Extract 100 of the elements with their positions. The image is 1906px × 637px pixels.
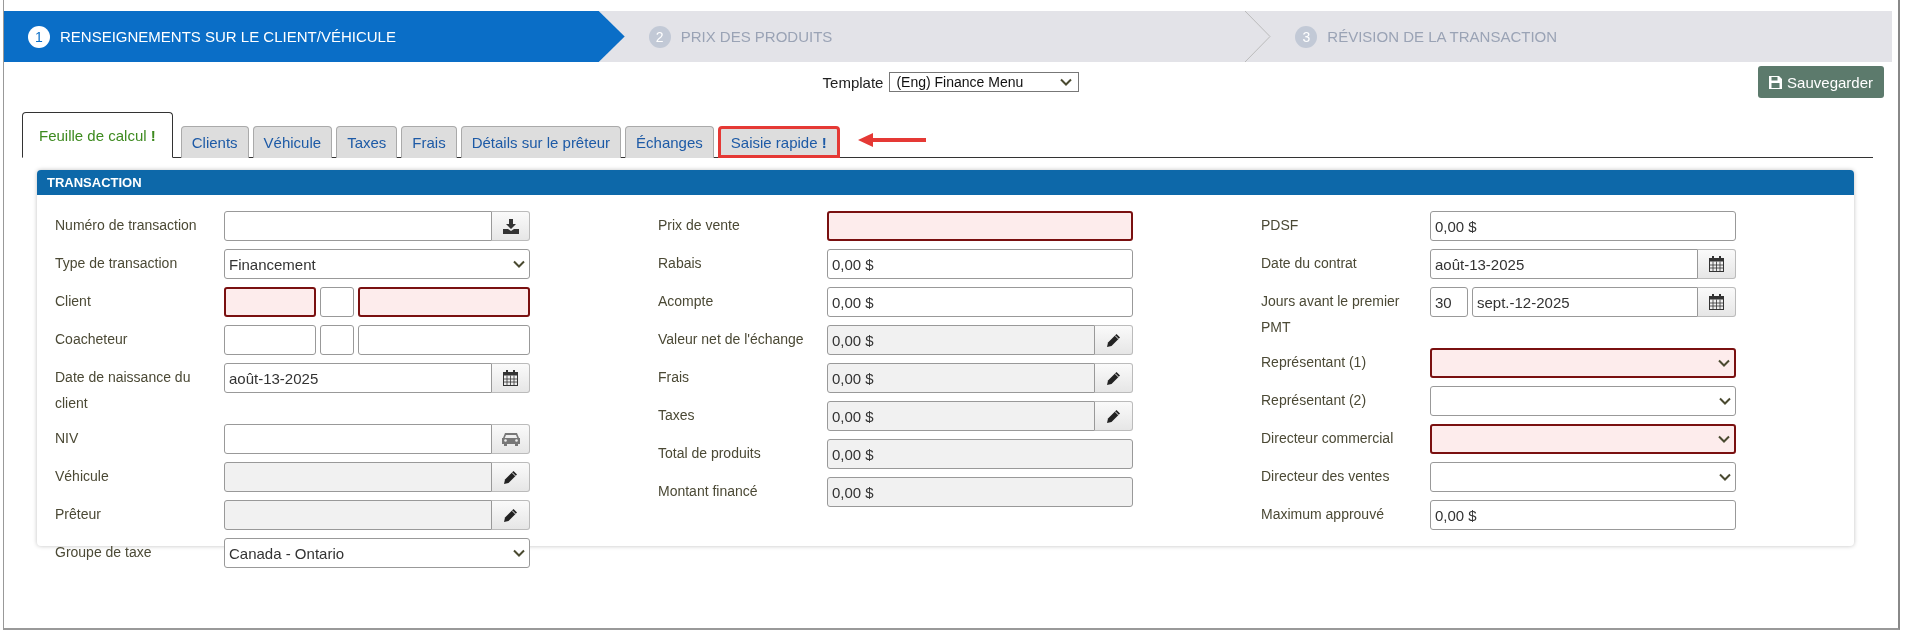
- input-field[interactable]: 0,00 $: [827, 363, 1095, 393]
- input-field[interactable]: 0,00 $: [827, 477, 1133, 507]
- field-label: Date du contrat: [1261, 254, 1358, 273]
- edit-button[interactable]: [1095, 401, 1133, 431]
- car-icon: [500, 432, 521, 446]
- field-label: Prix de vente: [658, 216, 741, 235]
- field-label: Prêteur: [55, 505, 102, 524]
- field-label: Représentant (2): [1261, 391, 1368, 410]
- input-field[interactable]: [224, 424, 492, 454]
- field-label: Maximum approuvé: [1261, 505, 1385, 524]
- vehicle-lookup-button[interactable]: [492, 424, 530, 454]
- calendar-button[interactable]: [492, 363, 530, 393]
- input-field[interactable]: [224, 287, 316, 317]
- wizard-step[interactable]: 1 RENSEIGNEMENTS SUR LE CLIENT/VÉHICULE: [4, 11, 625, 62]
- tab[interactable]: Feuille de calcul !: [22, 112, 173, 158]
- step-divider-icon: [1245, 11, 1272, 62]
- input-field[interactable]: [358, 287, 530, 317]
- calendar-icon: [1709, 294, 1724, 310]
- tab[interactable]: Échanges: [625, 126, 714, 158]
- pencil-icon: [1106, 408, 1121, 424]
- select-field[interactable]: [1430, 424, 1736, 454]
- template-select[interactable]: (Eng) Finance Menu: [889, 72, 1080, 92]
- chevron-down-icon: [1719, 397, 1731, 405]
- input-field[interactable]: [224, 211, 492, 241]
- chevron-down-icon: [1719, 473, 1731, 481]
- pencil-icon: [503, 469, 518, 485]
- input-field[interactable]: 0,00 $: [1430, 211, 1736, 241]
- chevron-down-icon: [1718, 359, 1730, 367]
- input-field[interactable]: 0,00 $: [827, 287, 1133, 317]
- input-field[interactable]: 0,00 $: [827, 439, 1133, 469]
- field-label: Directeur commercial: [1261, 429, 1395, 448]
- pencil-icon: [503, 507, 518, 523]
- calendar-button[interactable]: [1698, 249, 1736, 279]
- field-label: Taxes: [658, 406, 696, 425]
- calendar-icon: [503, 370, 518, 386]
- field-label: Numéro de transaction: [55, 216, 198, 235]
- download-icon: [502, 218, 519, 234]
- save-button[interactable]: Sauvegarder: [1758, 66, 1884, 98]
- template-label: Template: [822, 73, 884, 91]
- import-button[interactable]: [492, 211, 530, 241]
- step-number: 1: [28, 25, 50, 48]
- select-field[interactable]: [1430, 348, 1736, 378]
- input-field[interactable]: [320, 287, 354, 317]
- chevron-down-icon: [1718, 435, 1730, 443]
- pencil-icon: [1106, 332, 1121, 348]
- input-field[interactable]: [358, 325, 530, 355]
- input-field[interactable]: août-13-2025: [1430, 249, 1698, 279]
- field-label: Montant financé: [658, 482, 759, 501]
- calendar-icon: [1709, 256, 1724, 272]
- field-label: Directeur des ventes: [1261, 467, 1391, 486]
- calendar-button[interactable]: [1698, 287, 1736, 317]
- tab[interactable]: Véhicule: [252, 126, 333, 158]
- field-label: Total de produits: [658, 444, 762, 463]
- field-label: Groupe de taxe: [55, 543, 153, 562]
- field-label: Date de naissance du client: [55, 368, 192, 413]
- field-label: Rabais: [658, 254, 703, 273]
- edit-button[interactable]: [1095, 325, 1133, 355]
- input-field[interactable]: 0,00 $: [827, 249, 1133, 279]
- field-label: Véhicule: [55, 467, 110, 486]
- tab[interactable]: Taxes: [336, 126, 398, 158]
- field-label: PDSF: [1261, 216, 1300, 235]
- input-field[interactable]: août-13-2025: [224, 363, 492, 393]
- chevron-down-icon: [513, 260, 525, 268]
- edit-button[interactable]: [492, 462, 530, 492]
- input-field[interactable]: 0,00 $: [827, 325, 1095, 355]
- select-field[interactable]: [1430, 386, 1736, 416]
- step-number: 3: [1295, 25, 1318, 48]
- field-label: Représentant (1): [1261, 353, 1368, 372]
- field-label: Type de transaction: [55, 254, 179, 273]
- field-label: Jours avant le premier PMT: [1261, 292, 1401, 337]
- input-field[interactable]: [320, 325, 354, 355]
- input-field[interactable]: [827, 211, 1133, 241]
- chevron-down-icon: [513, 549, 525, 557]
- field-label: Frais: [658, 368, 691, 387]
- tab[interactable]: Saisie rapide !: [717, 126, 840, 158]
- panel-title: TRANSACTION: [37, 170, 1854, 195]
- edit-button[interactable]: [492, 500, 530, 530]
- select-field[interactable]: Canada - Ontario: [224, 538, 530, 568]
- edit-button[interactable]: [1095, 363, 1133, 393]
- input-field[interactable]: [224, 325, 316, 355]
- tab[interactable]: Clients: [180, 126, 249, 158]
- tab[interactable]: Détails sur le prêteur: [460, 126, 622, 158]
- pencil-icon: [1106, 370, 1121, 386]
- field-label: Acompte: [658, 292, 715, 311]
- arrow-annotation: [857, 132, 926, 147]
- input-field[interactable]: 0,00 $: [1430, 500, 1736, 530]
- field-label: Valeur net de l'échange: [658, 330, 805, 349]
- chevron-down-icon: [1060, 78, 1073, 86]
- input-field[interactable]: [224, 500, 492, 530]
- select-field[interactable]: Financement: [224, 249, 530, 279]
- field-label: NIV: [55, 429, 80, 448]
- field-label: Client: [55, 292, 92, 311]
- field-label: Coacheteur: [55, 330, 129, 349]
- select-field[interactable]: [1430, 462, 1736, 492]
- step-number: 2: [648, 25, 671, 48]
- tab[interactable]: Frais: [401, 126, 457, 158]
- input-field[interactable]: 30: [1430, 287, 1468, 317]
- input-field[interactable]: 0,00 $: [827, 401, 1095, 431]
- input-field[interactable]: sept.-12-2025: [1472, 287, 1698, 317]
- input-field[interactable]: [224, 462, 492, 492]
